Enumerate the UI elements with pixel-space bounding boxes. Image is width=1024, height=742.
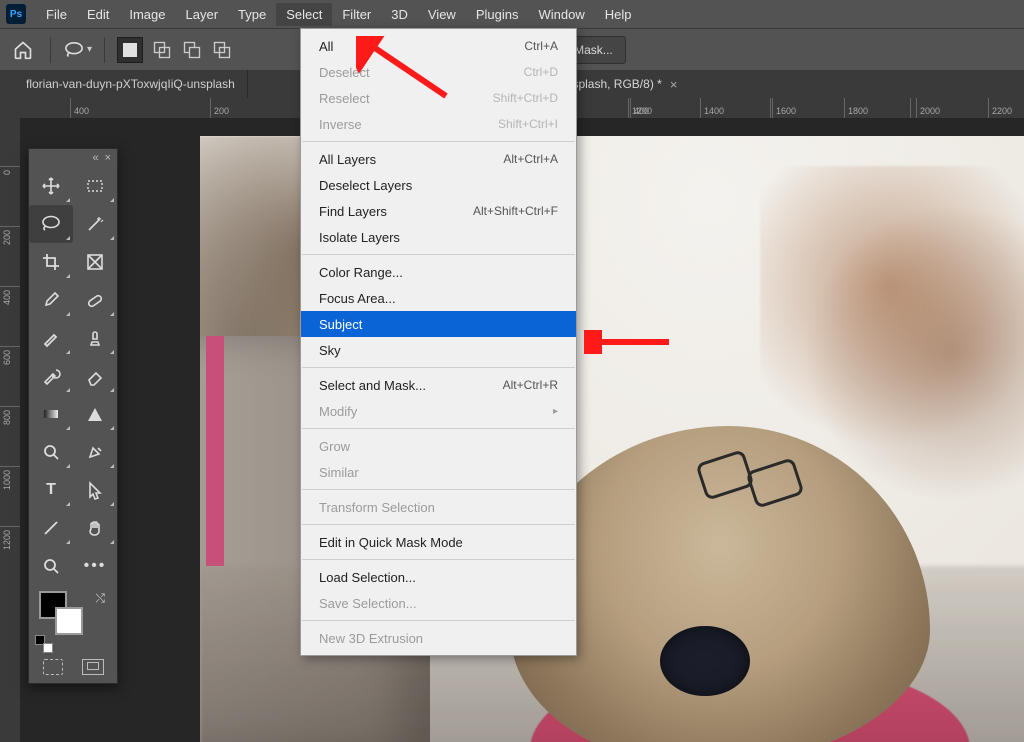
lasso-tool[interactable] — [29, 205, 73, 243]
separator — [104, 37, 105, 63]
menu-item-select-and-mask[interactable]: Select and Mask...Alt+Ctrl+R — [301, 372, 576, 398]
menu-help[interactable]: Help — [595, 3, 642, 26]
collapse-icon[interactable]: « — [92, 152, 98, 164]
subtract-from-selection-button[interactable] — [181, 39, 203, 61]
app-logo: Ps — [6, 4, 26, 24]
magic-wand-tool[interactable] — [73, 205, 117, 243]
close-icon[interactable]: × — [670, 77, 678, 92]
zoom-tool[interactable] — [29, 547, 73, 585]
menu-edit[interactable]: Edit — [77, 3, 119, 26]
background-color[interactable] — [55, 607, 83, 635]
frame-tool[interactable] — [73, 243, 117, 281]
crop-tool[interactable] — [29, 243, 73, 281]
swap-colors-icon[interactable]: ⤭ — [95, 591, 105, 606]
menu-type[interactable]: Type — [228, 3, 276, 26]
eyedropper-tool[interactable] — [29, 281, 73, 319]
eraser-tool[interactable] — [73, 357, 117, 395]
blur-tool[interactable] — [73, 395, 117, 433]
menu-item-color-range[interactable]: Color Range... — [301, 259, 576, 285]
menu-filter[interactable]: Filter — [332, 3, 381, 26]
screen-mode-button[interactable] — [82, 659, 104, 675]
home-button[interactable] — [8, 35, 38, 65]
menu-item-transform-selection: Transform Selection — [301, 494, 576, 520]
document-tab[interactable]: florian-van-duyn-pXToxwjqIiQ-unsplash — [14, 70, 248, 98]
add-to-selection-button[interactable] — [151, 39, 173, 61]
menu-item-save-selection: Save Selection... — [301, 590, 576, 616]
menu-item-all-layers[interactable]: All LayersAlt+Ctrl+A — [301, 146, 576, 172]
menu-item-load-selection[interactable]: Load Selection... — [301, 564, 576, 590]
menu-image[interactable]: Image — [119, 3, 175, 26]
menu-item-sky[interactable]: Sky — [301, 337, 576, 363]
default-colors-icon[interactable] — [35, 635, 49, 649]
marquee-tool[interactable] — [73, 167, 117, 205]
menu-select[interactable]: Select — [276, 3, 332, 26]
menu-item-find-layers[interactable]: Find LayersAlt+Shift+Ctrl+F — [301, 198, 576, 224]
path-selection-tool[interactable] — [73, 471, 117, 509]
menu-item-edit-in-quick-mask-mode[interactable]: Edit in Quick Mask Mode — [301, 529, 576, 555]
menu-item-new-3d-extrusion: New 3D Extrusion — [301, 625, 576, 651]
quick-mask-toggle[interactable] — [43, 659, 63, 675]
clone-stamp-tool[interactable] — [73, 319, 117, 357]
menu-item-isolate-layers[interactable]: Isolate Layers — [301, 224, 576, 250]
menu-file[interactable]: File — [36, 3, 77, 26]
menu-layer[interactable]: Layer — [176, 3, 229, 26]
lasso-mode-selector[interactable]: ▾ — [63, 41, 92, 59]
move-tool[interactable] — [29, 167, 73, 205]
separator — [50, 37, 51, 63]
menu-view[interactable]: View — [418, 3, 466, 26]
select-menu-dropdown: AllCtrl+ADeselectCtrl+DReselectShift+Ctr… — [300, 28, 577, 656]
menu-3d[interactable]: 3D — [381, 3, 418, 26]
gradient-tool[interactable] — [29, 395, 73, 433]
menu-item-grow: Grow — [301, 433, 576, 459]
dodge-tool[interactable] — [29, 433, 73, 471]
document-tab-label: florian-van-duyn-pXToxwjqIiQ-unsplash — [26, 77, 235, 91]
history-brush-tool[interactable] — [29, 357, 73, 395]
menu-item-deselect-layers[interactable]: Deselect Layers — [301, 172, 576, 198]
menu-plugins[interactable]: Plugins — [466, 3, 529, 26]
menu-window[interactable]: Window — [528, 3, 594, 26]
chevron-down-icon: ▾ — [87, 44, 92, 55]
ruler-vertical: 020040060080010001200 — [0, 118, 20, 742]
menu-item-subject[interactable]: Subject — [301, 311, 576, 337]
edit-toolbar[interactable]: ••• — [73, 547, 117, 585]
line-tool[interactable] — [29, 509, 73, 547]
annotation-arrow — [584, 330, 674, 354]
hand-tool[interactable] — [73, 509, 117, 547]
intersect-selection-button[interactable] — [211, 39, 233, 61]
menu-item-modify: Modify▸ — [301, 398, 576, 424]
pen-tool[interactable] — [73, 433, 117, 471]
healing-brush-tool[interactable] — [73, 281, 117, 319]
annotation-arrow — [356, 36, 456, 106]
menu-item-similar: Similar — [301, 459, 576, 485]
color-swatches[interactable]: ⤭ — [29, 585, 117, 653]
brush-tool[interactable] — [29, 319, 73, 357]
type-tool[interactable]: T — [29, 471, 73, 509]
new-selection-button[interactable] — [117, 37, 143, 63]
tools-panel: « × T••• ⤭ — [28, 148, 118, 684]
menubar: Ps FileEditImageLayerTypeSelectFilter3DV… — [0, 0, 1024, 28]
menu-item-inverse: InverseShift+Ctrl+I — [301, 111, 576, 137]
close-icon[interactable]: × — [105, 152, 111, 164]
menu-item-focus-area[interactable]: Focus Area... — [301, 285, 576, 311]
